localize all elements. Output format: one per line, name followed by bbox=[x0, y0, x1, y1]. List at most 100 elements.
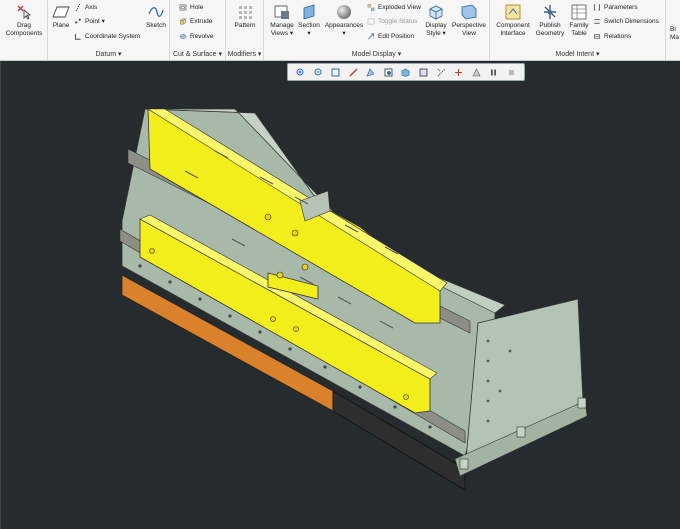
section-icon bbox=[303, 4, 315, 20]
coordinate-system-icon bbox=[74, 33, 81, 40]
appearances-button[interactable]: Appearances ▾ bbox=[322, 4, 366, 38]
display-style-label: Display Style ▾ bbox=[425, 22, 447, 37]
sketch-label: Sketch bbox=[146, 22, 166, 29]
section-button[interactable]: Section ▾ bbox=[296, 4, 322, 38]
perspective-view-label: Perspective View bbox=[452, 22, 486, 37]
switch-dimensions-button[interactable]: Switch Dimensions bbox=[593, 17, 659, 26]
pattern-label: Pattern bbox=[234, 22, 256, 29]
model-intent-group-label[interactable]: Model Intent ▾ bbox=[490, 50, 665, 58]
group-operations: Drag Components bbox=[0, 0, 48, 60]
edit-position-button[interactable]: Edit Position bbox=[367, 32, 414, 41]
manage-views-label: Manage Views ▾ bbox=[270, 22, 294, 37]
hole-label: Hole bbox=[190, 4, 204, 11]
group-model-display: Manage Views ▾ Section ▾ Appearances ▾ E… bbox=[264, 0, 490, 60]
pattern-icon bbox=[239, 6, 252, 19]
hole-icon bbox=[179, 4, 187, 11]
point-button[interactable]: Point ▾ bbox=[74, 17, 105, 26]
publish-geometry-label: Publish Geometry bbox=[535, 22, 565, 37]
edit-position-label: Edit Position bbox=[378, 33, 415, 40]
revolve-label: Revolve bbox=[190, 33, 214, 40]
toggle-status-icon bbox=[367, 18, 375, 25]
publish-geometry-icon bbox=[544, 5, 556, 19]
drag-components-label: Drag Components bbox=[5, 22, 43, 37]
sketch-icon bbox=[148, 7, 164, 17]
datum-group-label[interactable]: Datum ▾ bbox=[48, 50, 169, 58]
relations-label: Relations bbox=[604, 33, 632, 40]
toggle-status-button[interactable]: Toggle Status bbox=[367, 17, 417, 26]
ribbon: Drag Components Plane Axis Point ▾ Coord… bbox=[0, 0, 680, 61]
sketch-button[interactable]: Sketch bbox=[144, 4, 168, 30]
edit-position-icon bbox=[368, 33, 375, 40]
parameters-label: Parameters bbox=[604, 4, 638, 11]
section-label: Section ▾ bbox=[298, 22, 320, 37]
family-table-icon bbox=[571, 4, 587, 20]
switch-dimensions-label: Switch Dimensions bbox=[604, 18, 659, 25]
exploded-view-icon bbox=[367, 4, 375, 11]
model-display-group-label[interactable]: Model Display ▾ bbox=[264, 50, 489, 58]
drag-components-button[interactable]: Drag Components bbox=[2, 4, 46, 38]
overflow-group-label: Bl Ma bbox=[670, 26, 680, 41]
plane-label: Plane bbox=[52, 22, 70, 29]
group-model-intent: Component Interface Publish Geometry Fam… bbox=[490, 0, 666, 60]
parameters-button[interactable]: Parameters bbox=[593, 3, 638, 12]
component-interface-icon bbox=[505, 4, 521, 20]
cut-surface-group-label[interactable]: Cut & Surface ▾ bbox=[170, 50, 225, 58]
parameters-icon bbox=[594, 4, 600, 11]
display-style-icon bbox=[429, 5, 443, 20]
axis-button[interactable]: Axis bbox=[74, 3, 97, 12]
coordinate-system-label: Coordinate System bbox=[85, 33, 141, 40]
saved-views-icon[interactable] bbox=[384, 68, 393, 77]
axis-icon bbox=[75, 3, 81, 11]
hole-button[interactable]: Hole bbox=[179, 3, 203, 12]
exploded-view-button[interactable]: Exploded View bbox=[367, 3, 421, 12]
point-label: Point ▾ bbox=[85, 18, 105, 25]
group-modifiers: Pattern Modifiers ▾ bbox=[226, 0, 264, 60]
family-table-button[interactable]: Family Table bbox=[567, 4, 591, 38]
annotation-display-icon[interactable] bbox=[472, 67, 481, 77]
point-icon bbox=[75, 18, 81, 24]
axis-label: Axis bbox=[85, 4, 98, 11]
drag-components-icon bbox=[17, 5, 32, 20]
cad-model[interactable] bbox=[0, 61, 680, 529]
zoom-in-icon[interactable] bbox=[296, 68, 305, 77]
appearances-icon bbox=[337, 5, 351, 19]
zoom-out-icon[interactable] bbox=[314, 68, 323, 77]
orient-icon[interactable] bbox=[366, 67, 375, 77]
plane-button[interactable]: Plane bbox=[51, 4, 71, 30]
perspective-view-icon bbox=[461, 4, 477, 20]
pattern-button[interactable]: Pattern bbox=[228, 4, 262, 30]
repaint-icon[interactable] bbox=[349, 68, 358, 77]
datum-display-icon[interactable] bbox=[437, 68, 446, 77]
relations-button[interactable]: Relations bbox=[593, 32, 631, 41]
spin-center-icon[interactable] bbox=[454, 68, 463, 77]
extrude-icon bbox=[179, 18, 187, 25]
family-table-label: Family Table bbox=[569, 22, 589, 37]
stop-icon[interactable] bbox=[507, 68, 516, 77]
perspective-view-button[interactable]: Perspective View bbox=[450, 4, 488, 38]
exploded-view-label: Exploded View bbox=[378, 4, 421, 11]
toggle-status-label: Toggle Status bbox=[378, 18, 418, 25]
coordinate-system-button[interactable]: Coordinate System bbox=[74, 32, 140, 41]
refit-icon[interactable] bbox=[331, 68, 340, 77]
manage-views-icon bbox=[274, 5, 289, 19]
component-interface-button[interactable]: Component Interface bbox=[493, 4, 533, 38]
publish-geometry-button[interactable]: Publish Geometry bbox=[533, 4, 567, 38]
extrude-button[interactable]: Extrude bbox=[179, 17, 212, 26]
view-manager-icon[interactable] bbox=[419, 68, 428, 77]
relations-icon bbox=[594, 34, 600, 39]
pause-icon[interactable] bbox=[489, 68, 498, 77]
revolve-icon bbox=[179, 33, 187, 39]
modifiers-group-label[interactable]: Modifiers ▾ bbox=[226, 50, 263, 58]
appearances-label: Appearances ▾ bbox=[324, 22, 364, 37]
switch-dimensions-icon bbox=[594, 19, 600, 24]
graphics-toolbar bbox=[287, 63, 525, 81]
revolve-button[interactable]: Revolve bbox=[179, 32, 213, 41]
display-style-icon[interactable] bbox=[401, 68, 410, 77]
component-interface-label: Component Interface bbox=[496, 22, 530, 37]
group-datum: Plane Axis Point ▾ Coordinate System Ske… bbox=[48, 0, 170, 60]
overflow-group-button[interactable]: Bl Ma bbox=[670, 26, 680, 42]
plane-icon bbox=[52, 6, 70, 18]
extrude-label: Extrude bbox=[190, 18, 213, 25]
manage-views-button[interactable]: Manage Views ▾ bbox=[268, 4, 296, 38]
display-style-button[interactable]: Display Style ▾ bbox=[422, 4, 450, 38]
